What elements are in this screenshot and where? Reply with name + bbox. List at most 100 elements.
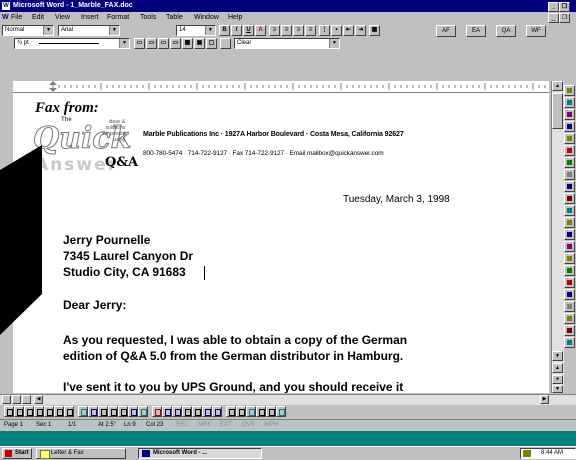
no-border-icon[interactable]: ▢ [206, 38, 217, 49]
justify-icon[interactable]: ≡ [305, 25, 316, 36]
title-bar[interactable]: W Microsoft Word - 1_Marble_FAX.doc _ ❐ [0, 0, 576, 12]
menu-file[interactable]: File [11, 12, 22, 24]
doc-restore-button[interactable]: ❐ [559, 13, 570, 23]
select-browse-object-icon[interactable]: ● [552, 375, 563, 384]
drawing-tool-button-icon[interactable] [54, 406, 64, 417]
right-tool-button-icon[interactable] [564, 229, 575, 240]
drawing-tool-button-icon[interactable] [202, 406, 212, 417]
right-tool-button-icon[interactable] [564, 181, 575, 192]
drawing-tool-button-icon[interactable] [128, 406, 138, 417]
scroll-down-icon[interactable]: ▼ [552, 351, 563, 361]
menu-table[interactable]: Table [166, 12, 183, 24]
underline-button[interactable]: U [243, 25, 254, 36]
minimize-button[interactable]: _ [548, 2, 559, 12]
word-app-icon[interactable]: W [2, 2, 10, 10]
right-tool-button-icon[interactable] [564, 337, 575, 348]
right-tool-button-icon[interactable] [564, 205, 575, 216]
drawing-tool-button-icon[interactable] [88, 406, 98, 417]
drawing-tool-button-icon[interactable] [266, 406, 276, 417]
status-ovr[interactable]: OVR [242, 420, 255, 431]
macro-af-button[interactable]: AF [436, 25, 456, 37]
scroll-thumb[interactable] [552, 93, 563, 129]
chevron-down-icon[interactable]: ▼ [329, 39, 339, 48]
horizontal-scrollbar[interactable]: ◀ ▶ [0, 394, 576, 405]
right-tool-button-icon[interactable] [564, 133, 575, 144]
italic-button[interactable]: I [231, 25, 242, 36]
task-letter-fax[interactable]: Letter & Fax [36, 448, 126, 459]
top-border-icon[interactable]: ▭ [134, 38, 145, 49]
align-center-icon[interactable]: ≡ [281, 25, 292, 36]
borders-icon[interactable]: ▦ [369, 25, 380, 36]
chevron-down-icon[interactable]: ▼ [205, 26, 215, 35]
menu-view[interactable]: View [55, 12, 70, 24]
drawing-tool-button-icon[interactable] [34, 406, 44, 417]
right-tool-button-icon[interactable] [564, 301, 575, 312]
outside-border-icon[interactable]: ▣ [194, 38, 205, 49]
macro-qa-button[interactable]: QA [496, 25, 516, 37]
document-icon[interactable]: W [2, 12, 9, 24]
right-tool-button-icon[interactable] [564, 241, 575, 252]
drawing-tool-button-icon[interactable] [256, 406, 266, 417]
right-tool-button-icon[interactable] [564, 193, 575, 204]
drawing-tool-button-icon[interactable] [14, 406, 24, 417]
horizontal-ruler[interactable] [13, 81, 549, 93]
right-tool-button-icon[interactable] [564, 325, 575, 336]
inside-border-icon[interactable]: ▦ [182, 38, 193, 49]
menu-format[interactable]: Format [107, 12, 129, 24]
status-ext[interactable]: EXT [220, 420, 232, 431]
bottom-border-icon[interactable]: ▭ [146, 38, 157, 49]
font-combo[interactable]: Arial ▼ [58, 25, 120, 36]
drawing-tool-button-icon[interactable] [226, 406, 236, 417]
drawing-tool-button-icon[interactable] [182, 406, 192, 417]
vertical-scrollbar[interactable]: ▲ ▼ ▲ ● ▼ [551, 81, 564, 393]
drawing-tool-button-icon[interactable] [64, 406, 74, 417]
shading-swatch-icon[interactable] [220, 38, 231, 49]
align-left-icon[interactable]: ≡ [269, 25, 280, 36]
drawing-tool-button-icon[interactable] [4, 406, 14, 417]
drawing-tool-button-icon[interactable] [44, 406, 54, 417]
chevron-down-icon[interactable]: ▼ [109, 26, 119, 35]
drawing-tool-button-icon[interactable] [78, 406, 88, 417]
doc-minimize-button[interactable]: _ [548, 13, 559, 23]
status-mrk[interactable]: MRK [198, 420, 211, 431]
status-rec[interactable]: REC [176, 420, 189, 431]
right-tool-button-icon[interactable] [564, 109, 575, 120]
highlight-button[interactable]: A [255, 25, 266, 36]
style-combo[interactable]: Normal ▼ [2, 25, 54, 36]
bold-button[interactable]: B [219, 25, 230, 36]
bullets-icon[interactable]: • [331, 25, 342, 36]
drawing-tool-button-icon[interactable] [212, 406, 222, 417]
right-tool-button-icon[interactable] [564, 217, 575, 228]
chevron-down-icon[interactable]: ▼ [43, 26, 53, 35]
drawing-tool-button-icon[interactable] [152, 406, 162, 417]
drawing-tool-button-icon[interactable] [192, 406, 202, 417]
chevron-down-icon[interactable]: ▼ [119, 39, 129, 48]
right-tool-button-icon[interactable] [564, 277, 575, 288]
drawing-tool-button-icon[interactable] [108, 406, 118, 417]
scroll-up-icon[interactable]: ▲ [552, 81, 563, 91]
right-tool-button-icon[interactable] [564, 289, 575, 300]
drawing-tool-button-icon[interactable] [138, 406, 148, 417]
line-weight-combo[interactable]: ¾ pt ▼ [14, 38, 130, 49]
tray-icon[interactable] [523, 450, 531, 457]
restore-button[interactable]: ❐ [559, 2, 570, 12]
status-wph[interactable]: WPH [264, 420, 278, 431]
decrease-indent-icon[interactable]: ⇤ [343, 25, 354, 36]
left-border-icon[interactable]: ▭ [158, 38, 169, 49]
right-tool-button-icon[interactable] [564, 121, 575, 132]
right-border-icon[interactable]: ▭ [170, 38, 181, 49]
next-page-icon[interactable]: ▼ [552, 385, 563, 393]
drawing-tool-button-icon[interactable] [162, 406, 172, 417]
right-tool-button-icon[interactable] [564, 265, 575, 276]
right-tool-button-icon[interactable] [564, 85, 575, 96]
macro-wf-button[interactable]: WF [526, 25, 546, 37]
drawing-tool-button-icon[interactable] [246, 406, 256, 417]
right-tool-button-icon[interactable] [564, 313, 575, 324]
right-tool-button-icon[interactable] [564, 253, 575, 264]
scroll-right-icon[interactable]: ▶ [540, 395, 549, 404]
drawing-tool-button-icon[interactable] [276, 406, 286, 417]
right-tool-button-icon[interactable] [564, 157, 575, 168]
right-tool-button-icon[interactable] [564, 97, 575, 108]
align-right-icon[interactable]: ≡ [293, 25, 304, 36]
menu-tools[interactable]: Tools [140, 12, 156, 24]
